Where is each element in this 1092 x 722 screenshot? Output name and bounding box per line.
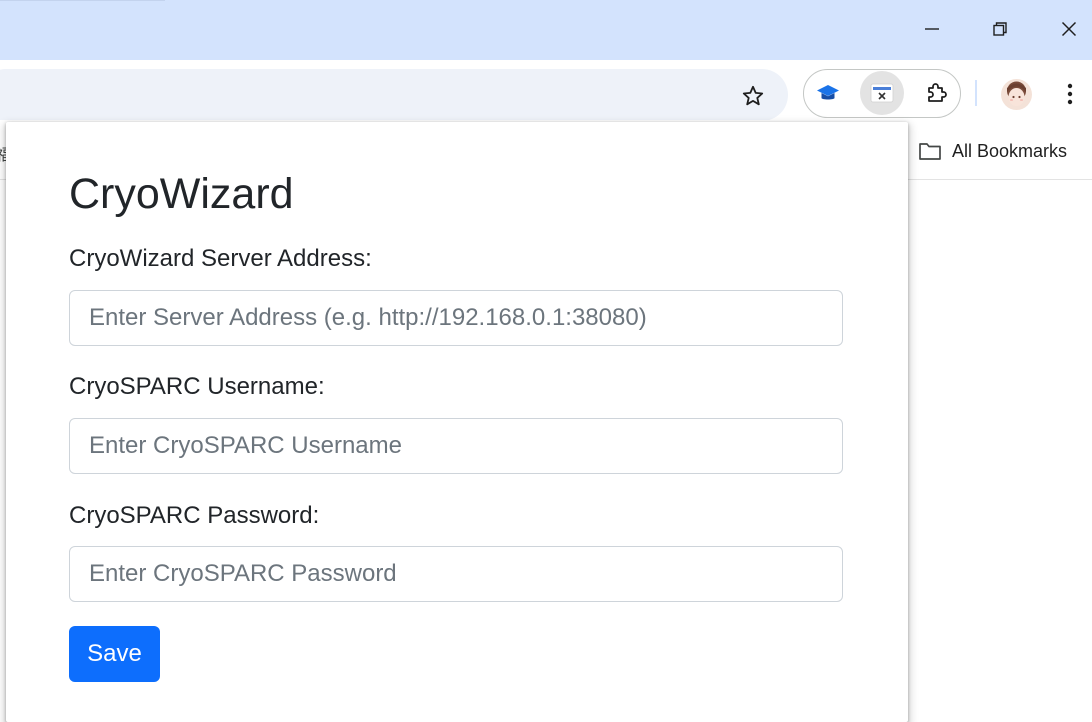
server-address-label: CryoWizard Server Address: [69,245,372,272]
profile-avatar[interactable] [1001,79,1032,110]
close-icon [1061,21,1077,37]
all-bookmarks-button[interactable]: All Bookmarks [918,132,1067,170]
extension-popup: CryoWizard CryoWizard Server Address: Cr… [6,122,908,722]
minimize-icon [925,28,939,30]
password-label: CryoSPARC Password: [69,502,320,529]
password-input[interactable] [69,546,843,602]
restore-icon [993,22,1007,36]
server-address-input[interactable] [69,290,843,346]
star-icon [742,85,764,106]
extension-button-cryowizard[interactable] [860,71,904,115]
popup-title: CryoWizard [69,170,294,218]
extensions-menu-button[interactable] [915,71,959,115]
username-input[interactable] [69,418,843,474]
bookmark-star-button[interactable] [733,76,773,116]
puzzle-piece-icon [928,83,947,102]
cryowizard-extension-icon [870,83,894,103]
more-vertical-icon [1067,83,1073,105]
restore-button[interactable] [977,8,1023,50]
browser-menu-button[interactable] [1052,74,1088,114]
username-label: CryoSPARC Username: [69,373,325,400]
folder-icon [919,143,941,160]
toolbar-divider [975,80,977,106]
graduation-cap-icon [817,85,839,100]
tab-strip-edge [0,0,165,1]
close-window-button[interactable] [1046,8,1092,50]
address-bar[interactable] [0,69,788,121]
all-bookmarks-label: All Bookmarks [952,140,1068,161]
browser-title-bar [0,0,1092,60]
save-button[interactable]: Save [69,626,160,682]
extension-button-graduation[interactable] [806,71,850,115]
profile-avatar-icon [1001,79,1032,110]
minimize-button[interactable] [909,8,955,50]
